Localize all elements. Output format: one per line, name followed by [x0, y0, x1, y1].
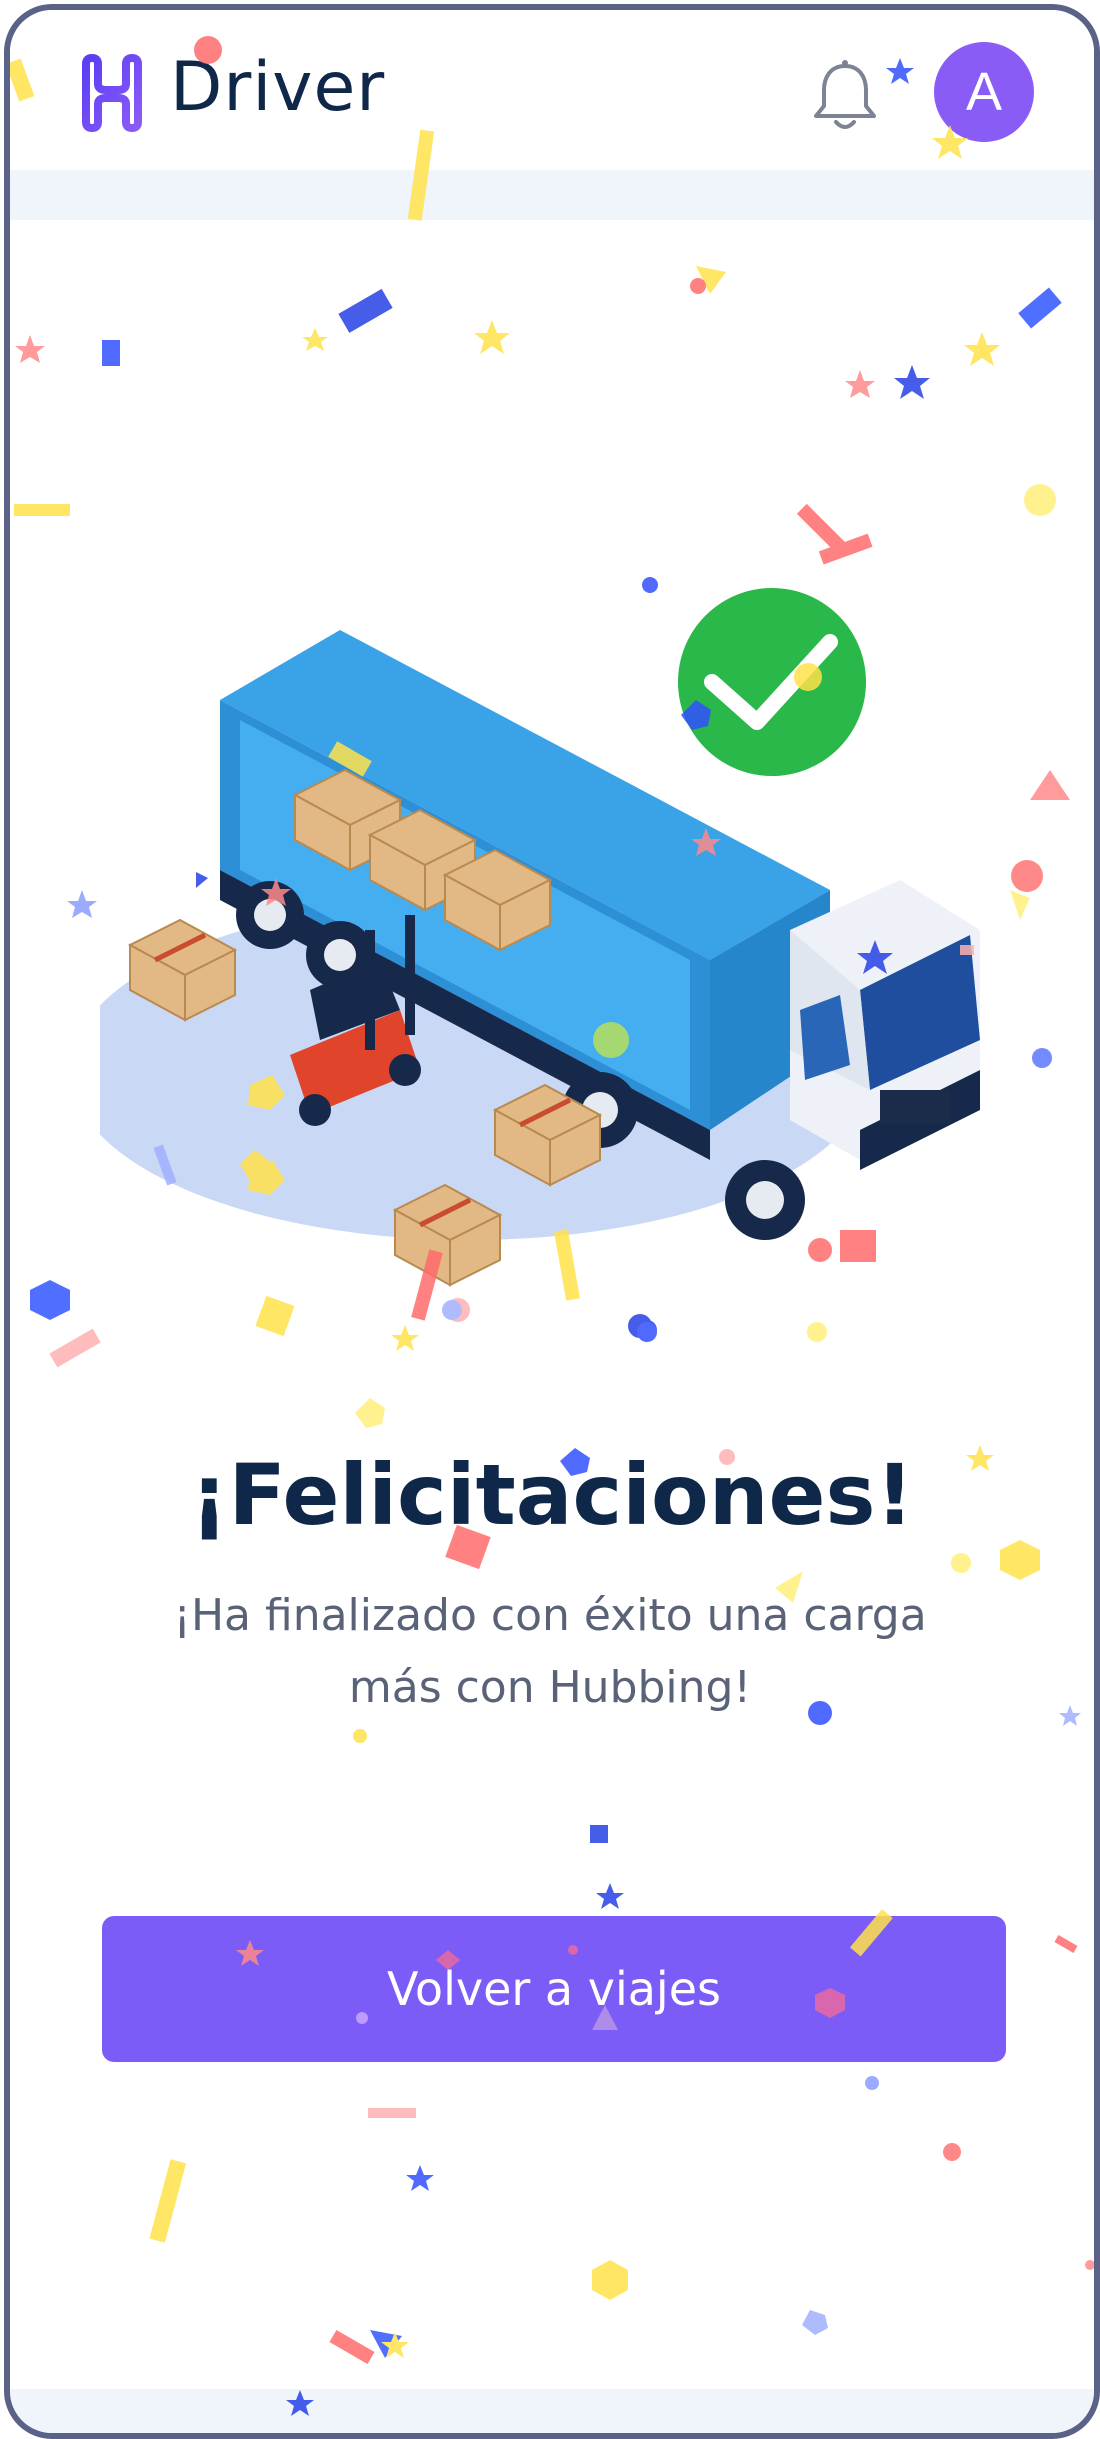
hubbing-logo-icon[interactable]: [76, 54, 148, 132]
top-bar: Driver A: [10, 10, 1094, 172]
avatar[interactable]: A: [934, 42, 1034, 142]
check-circle-icon: [678, 588, 866, 776]
header-shadow-band: [10, 170, 1094, 220]
truck-illustration: [100, 588, 980, 1287]
success-message: ¡Ha finalizado con éxito una carga más c…: [173, 1590, 927, 1713]
app-title: Driver: [170, 48, 386, 127]
back-to-trips-button[interactable]: Volver a viajes: [102, 1916, 1006, 2062]
bell-icon[interactable]: [812, 58, 878, 132]
page-title: ¡Felicitaciones!: [190, 1446, 914, 1544]
footer-band: [10, 2389, 1094, 2433]
app-frame: Driver A ¡Felicitaciones! ¡Ha finalizado…: [4, 4, 1100, 2439]
